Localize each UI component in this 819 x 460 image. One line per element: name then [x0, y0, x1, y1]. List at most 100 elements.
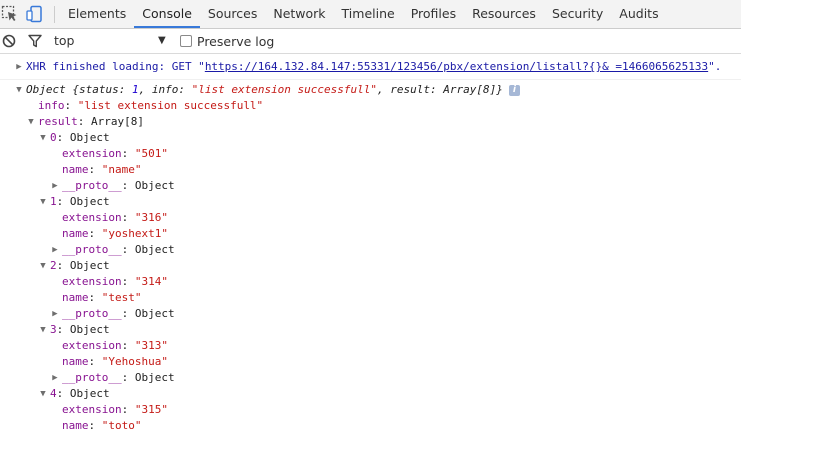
device-mode-icon[interactable] — [26, 5, 44, 23]
object-summary[interactable]: ▼ Object {status: 1, info: "list extensi… — [0, 82, 741, 98]
toolbar-separator — [54, 6, 55, 23]
item-property-name: name: "name" — [62, 163, 142, 176]
devtools-tabs: Elements Console Sources Network Timelin… — [60, 0, 667, 28]
property-key: name — [62, 291, 89, 304]
collapse-triangle-icon[interactable]: ▼ — [38, 322, 48, 338]
property-key: __proto__ — [62, 243, 122, 256]
property-key: __proto__ — [62, 179, 122, 192]
xhr-url-link[interactable]: https://164.132.84.147:55331/123456/pbx/… — [205, 60, 708, 73]
property-key: name — [62, 355, 89, 368]
summary-close: } — [496, 83, 503, 96]
collapse-triangle-icon[interactable]: ▼ — [26, 114, 36, 130]
property-key: extension — [62, 339, 122, 352]
collapse-triangle-icon[interactable]: ▼ — [38, 194, 48, 210]
array-item[interactable]: ▼ 2: Object — [0, 258, 741, 274]
property-key: extension — [62, 211, 122, 224]
property-key: result — [38, 115, 78, 128]
tab-security[interactable]: Security — [544, 0, 611, 28]
collapse-triangle-icon[interactable]: ▼ — [14, 82, 24, 98]
context-selector[interactable]: top ▼ — [54, 29, 172, 53]
summary-status: 1 — [131, 83, 139, 96]
tab-timeline[interactable]: Timeline — [334, 0, 403, 28]
array-index: 3 — [50, 323, 57, 336]
chevron-down-icon: ▼ — [158, 35, 166, 46]
xhr-message-text: XHR finished loading: GET "https://164.1… — [26, 59, 721, 75]
item-property-proto[interactable]: ▶ __proto__: Object — [0, 306, 741, 322]
tab-console[interactable]: Console — [134, 0, 200, 28]
array-item[interactable]: ▼ 4: Object — [0, 386, 741, 402]
array-index: 2 — [50, 259, 57, 272]
preserve-log-checkbox[interactable] — [180, 35, 192, 47]
clear-console-icon[interactable] — [2, 34, 16, 48]
xhr-log-message: ▶ XHR finished loading: GET "https://164… — [0, 59, 741, 75]
xhr-suffix: ". — [708, 60, 722, 73]
property-value: "315" — [134, 403, 168, 416]
array-item-type: Object — [69, 131, 110, 144]
item-property-name: name: "test" — [62, 291, 142, 304]
expand-triangle-icon[interactable]: ▶ — [50, 370, 60, 386]
inspect-element-icon[interactable] — [1, 5, 19, 23]
collapse-triangle-icon[interactable]: ▼ — [38, 386, 48, 402]
item-property-name: name: "yoshext1" — [62, 227, 168, 240]
preserve-log-option[interactable]: Preserve log — [180, 29, 274, 53]
summary-mid: , info: — [138, 83, 192, 96]
tab-profiles[interactable]: Profiles — [403, 0, 464, 28]
devtools-tab-bar: Elements Console Sources Network Timelin… — [0, 0, 741, 29]
array-item-type: Object — [69, 259, 110, 272]
object-summary-text: Object {status: 1, info: "list extension… — [26, 82, 520, 98]
property-key: __proto__ — [62, 371, 122, 384]
array-item-type: Object — [69, 323, 110, 336]
property-key: info — [38, 99, 65, 112]
expand-triangle-icon[interactable]: ▶ — [50, 242, 60, 258]
property-key: name — [62, 163, 89, 176]
property-key: extension — [62, 275, 122, 288]
item-property-name: name: "toto" — [62, 419, 142, 432]
property-value: Object — [134, 307, 175, 320]
property-value: "501" — [134, 147, 168, 160]
array-item-type: Object — [69, 387, 110, 400]
array-item[interactable]: ▼ 1: Object — [0, 194, 741, 210]
item-property-extension: extension: "316" — [62, 211, 168, 224]
info-icon[interactable]: i — [508, 84, 520, 96]
context-value: top — [54, 33, 75, 48]
property-value: Array[8] — [91, 115, 144, 128]
array-item-type: Object — [69, 195, 110, 208]
item-property-name: name: "Yehoshua" — [62, 355, 168, 368]
object-label: Object — [26, 83, 66, 96]
array-item[interactable]: ▼ 0: Object — [0, 130, 741, 146]
tab-network[interactable]: Network — [265, 0, 333, 28]
item-property-proto[interactable]: ▶ __proto__: Object — [0, 370, 741, 386]
console-output: ▶ XHR finished loading: GET "https://164… — [0, 54, 741, 438]
object-property-result[interactable]: ▼ result: Array[8] — [0, 114, 741, 130]
filter-icon[interactable] — [28, 34, 42, 48]
collapse-triangle-icon[interactable]: ▼ — [38, 258, 48, 274]
console-toolbar: top ▼ Preserve log — [0, 29, 741, 54]
summary-open: {status: — [72, 83, 132, 96]
tab-resources[interactable]: Resources — [464, 0, 544, 28]
property-value: "test" — [101, 291, 142, 304]
item-property-proto[interactable]: ▶ __proto__: Object — [0, 178, 741, 194]
expand-triangle-icon[interactable]: ▶ — [14, 59, 24, 75]
property-key: extension — [62, 403, 122, 416]
item-property-extension: extension: "315" — [62, 403, 168, 416]
property-value: "314" — [134, 275, 168, 288]
tab-sources[interactable]: Sources — [200, 0, 265, 28]
property-value: "yoshext1" — [101, 227, 168, 240]
expand-triangle-icon[interactable]: ▶ — [50, 306, 60, 322]
property-value: "313" — [134, 339, 168, 352]
tab-audits[interactable]: Audits — [611, 0, 666, 28]
array-item[interactable]: ▼ 3: Object — [0, 322, 741, 338]
message-divider — [0, 79, 741, 80]
collapse-triangle-icon[interactable]: ▼ — [38, 130, 48, 146]
tab-elements[interactable]: Elements — [60, 0, 134, 28]
devtools-panel: Elements Console Sources Network Timelin… — [0, 0, 741, 438]
property-value: "toto" — [101, 419, 142, 432]
expand-triangle-icon[interactable]: ▶ — [50, 178, 60, 194]
property-key: __proto__ — [62, 307, 122, 320]
property-value: Object — [134, 179, 175, 192]
summary-mid2: , result: — [377, 83, 444, 96]
property-key: name — [62, 419, 89, 432]
item-property-proto[interactable]: ▶ __proto__: Object — [0, 242, 741, 258]
array-index: 1 — [50, 195, 57, 208]
item-property-extension: extension: "313" — [62, 339, 168, 352]
